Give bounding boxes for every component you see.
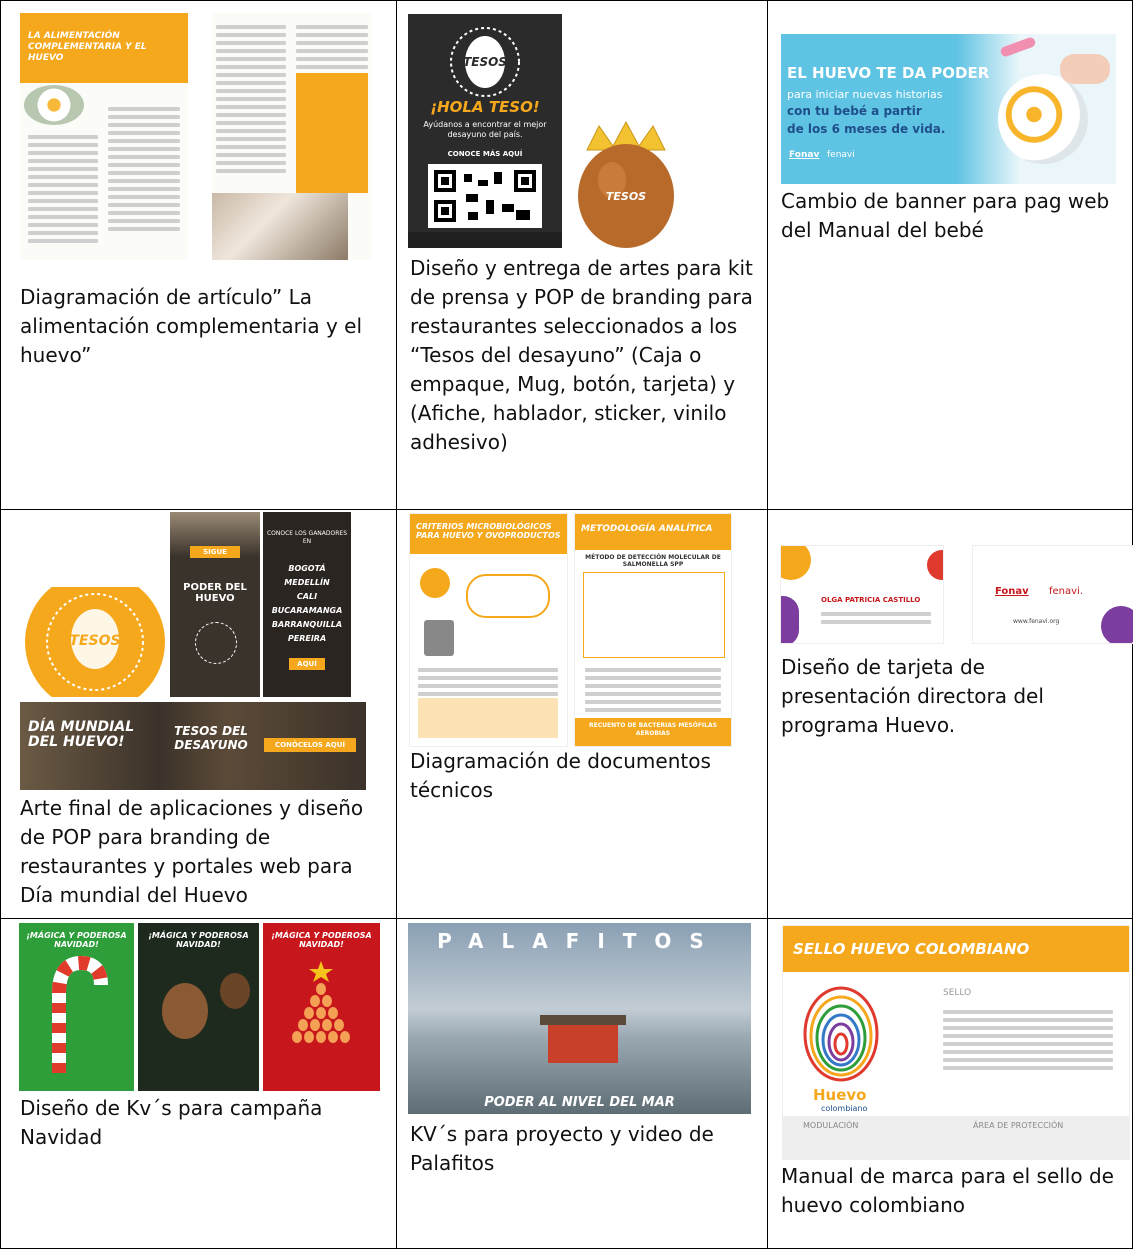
city-item: BUCARAMANGA xyxy=(271,606,343,615)
city-item: CALI xyxy=(296,592,318,601)
tesos-poster-cta: CONOCE MÁS AQUÍ xyxy=(447,150,523,158)
banner-baby-hand xyxy=(1060,54,1110,84)
poster-sigue-label: SIGUE xyxy=(190,546,240,558)
tech-doc-1-title: CRITERIOS MICROBIOLÓGICOS PARA HUEVO Y O… xyxy=(416,522,561,540)
banner-conocelos-button: CONÓCELOS AQUÍ xyxy=(264,738,356,752)
table-border-top xyxy=(0,0,1133,1)
sello-modulacion-label: MODULACIÓN xyxy=(803,1121,859,1130)
poster-tesos-logo xyxy=(195,622,237,664)
article-page-right xyxy=(212,13,372,260)
navidad-kv-red: ¡MÁGICA Y PODEROSA NAVIDAD! xyxy=(263,923,380,1091)
article-header-title: LA ALIMENTACIÓN COMPLEMENTARIA Y EL HUEV… xyxy=(28,31,147,63)
table-border-left xyxy=(0,0,1,1249)
banner-line-1: para iniciar nuevas historias xyxy=(787,88,943,101)
banner-line-2: con tu bebé a partir xyxy=(787,104,922,118)
city-item: PEREIRA xyxy=(287,634,327,643)
dia-mundial-caption: Arte final de aplicaciones y diseño de P… xyxy=(20,796,364,907)
tech-doc-1: CRITERIOS MICROBIOLÓGICOS PARA HUEVO Y O… xyxy=(409,513,568,747)
baby-manual-banner: EL HUEVO TE DA PODER para iniciar nuevas… xyxy=(781,34,1116,184)
article-caption: Diagramación de artículo” La alimentació… xyxy=(20,285,363,367)
navidad-kv-dark: ¡MÁGICA Y PODEROSA NAVIDAD! xyxy=(138,923,259,1091)
sello-egg-logo xyxy=(803,986,879,1082)
city-item: BOGOTÁ xyxy=(288,564,326,573)
sello-title: SELLO HUEVO COLOMBIANO xyxy=(793,940,1030,958)
sello-caption: Manual de marca para el sello de huevo c… xyxy=(781,1164,1114,1217)
tech-doc-2: METODOLOGÍA ANALÍTICA MÉTODO DE DETECCIÓ… xyxy=(574,513,732,747)
article-egg-photo xyxy=(24,85,84,125)
poster-conoce-label: CONOCE LOS GANADORES EN xyxy=(266,530,348,545)
bacteria-diagram xyxy=(466,574,550,618)
palafitos-kv: PALAFITOS PODER AL NIVEL DEL MAR xyxy=(408,923,751,1114)
city-item: MEDELLÍN xyxy=(284,578,330,587)
sello-section-label: SELLO xyxy=(943,988,972,998)
sello-brand-manual: SELLO HUEVO COLOMBIANO Huevo colombiano … xyxy=(782,925,1130,1160)
card-brand-fonav: Fonav xyxy=(995,586,1029,597)
article-baby-photo xyxy=(212,193,348,260)
dia-mundial-poster-1: SIGUE PODER DEL HUEVO xyxy=(170,512,260,697)
tech-doc-2-title: METODOLOGÍA ANALÍTICA xyxy=(581,524,713,534)
tarjeta-caption: Diseño de tarjeta de presentación direct… xyxy=(781,655,1044,737)
portfolio-table: LA ALIMENTACIÓN COMPLEMENTARIA Y EL HUEV… xyxy=(0,0,1133,1249)
tesos-poster-title: ¡HOLA TESO! xyxy=(430,98,540,116)
article-sidebar-box xyxy=(296,73,368,193)
svg-text:TESOS: TESOS xyxy=(463,55,507,69)
tesos-circle-badge: TESOS xyxy=(22,587,168,697)
banner-caption: Cambio de banner para pag web del Manual… xyxy=(781,189,1110,242)
sello-area-label: ÁREA DE PROTECCIÓN xyxy=(973,1121,1064,1130)
scientist-portrait xyxy=(424,620,454,656)
table-divider-2 xyxy=(767,0,768,1249)
dia-mundial-web-banner: DÍA MUNDIAL DEL HUEVO! TESOS DEL DESAYUN… xyxy=(20,702,366,790)
svg-text:TESOS: TESOS xyxy=(69,633,120,649)
business-card-back: Fonav fenavi. www.fenavi.org xyxy=(972,545,1133,644)
ornament-egg-2 xyxy=(220,973,250,1009)
city-item: BARRANQUILLA xyxy=(271,620,343,629)
svg-text:TESOS: TESOS xyxy=(606,190,646,203)
tesos-poster-footer xyxy=(408,232,562,248)
poster-city-list: BOGOTÁ MEDELLÍN CALI BUCARAMANGA BARRANQ… xyxy=(265,562,349,646)
banner-brand-fonav: Fonav xyxy=(789,150,820,160)
card-name: OLGA PATRICIA CASTILLO xyxy=(821,596,921,604)
palafitos-caption: KV´s para proyecto y video de Palafitos xyxy=(410,1122,714,1175)
banner-line-3: de los 6 meses de vida. xyxy=(787,122,946,136)
banner-dia-mundial-title: DÍA MUNDIAL DEL HUEVO! xyxy=(28,719,135,750)
dia-mundial-poster-2: CONOCE LOS GANADORES EN BOGOTÁ MEDELLÍN … xyxy=(263,512,351,697)
palafitos-tagline: PODER AL NIVEL DEL MAR xyxy=(484,1095,675,1110)
palafitos-title: PALAFITOS xyxy=(437,929,722,953)
table-divider-1 xyxy=(396,0,397,1249)
navidad-caption: Diseño de Kv´s para campaña Navidad xyxy=(20,1096,323,1149)
card-website: www.fenavi.org xyxy=(1013,618,1060,625)
poster-poder-title: PODER DEL HUEVO xyxy=(183,582,247,604)
tesos-golden-egg: TESOS xyxy=(567,120,685,248)
poster-aqui-button: AQUÍ xyxy=(289,658,325,670)
tech-doc-2-footer: RECUENTO DE BACTERIAS MESÓFILAS AEROBIAS xyxy=(589,722,717,737)
card-brand-fenavi: fenavi. xyxy=(1049,586,1084,597)
navidad-kv-green: ¡MÁGICA Y PODEROSA NAVIDAD! xyxy=(19,923,134,1091)
sello-logo-word: Huevo xyxy=(813,1086,867,1104)
tesos-poster-subtitle: Ayúdanos a encontrar el mejor desayuno d… xyxy=(423,120,547,139)
article-page-left: LA ALIMENTACIÓN COMPLEMENTARIA Y EL HUEV… xyxy=(20,13,188,260)
docs-caption: Diagramación de documentos técnicos xyxy=(410,749,711,802)
palafito-house xyxy=(548,1023,618,1063)
row-divider-2 xyxy=(0,918,1133,919)
banner-headline: EL HUEVO TE DA PODER xyxy=(787,64,990,82)
ornament-egg-1 xyxy=(162,983,208,1039)
row-divider-1 xyxy=(0,509,1133,510)
tech-doc-2-subtitle: MÉTODO DE DETECCIÓN MOLECULAR DE SALMONE… xyxy=(585,554,721,568)
tesos-kit-caption: Diseño y entrega de artes para kit de pr… xyxy=(410,256,753,454)
navidad-title-dark: ¡MÁGICA Y PODEROSA NAVIDAD! xyxy=(148,931,249,949)
banner-tesos-logo: TESOS DEL DESAYUNO xyxy=(174,724,248,752)
tesos-poster: TESOS ¡HOLA TESO! Ayúdanos a encontrar e… xyxy=(408,14,562,248)
business-card-front: OLGA PATRICIA CASTILLO xyxy=(780,545,944,644)
sello-logo-sub: colombiano xyxy=(821,1104,868,1113)
banner-brand-fenavi: fenavi xyxy=(827,150,855,160)
banner-egg-plate xyxy=(998,74,1088,164)
